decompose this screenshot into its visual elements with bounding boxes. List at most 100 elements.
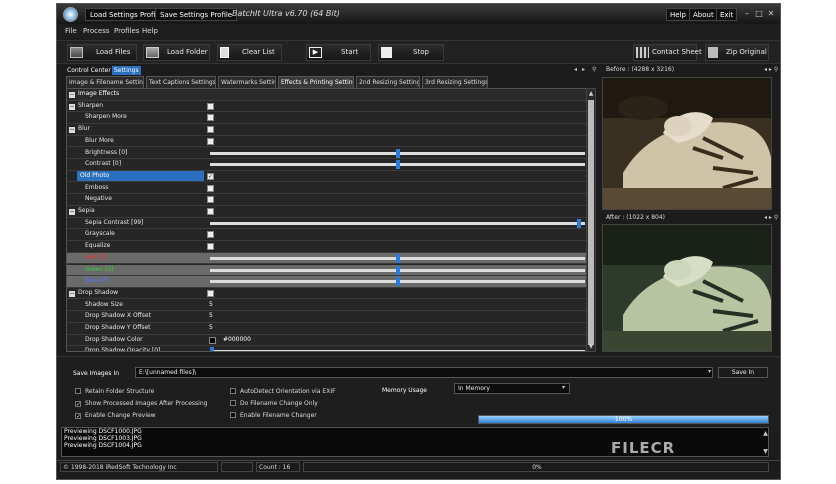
value-slider[interactable] xyxy=(210,218,585,228)
minimize-icon[interactable]: – xyxy=(742,9,752,19)
path-dropdown-icon[interactable]: ▾ xyxy=(708,368,711,375)
folder-icon xyxy=(146,47,159,58)
value-slider[interactable] xyxy=(210,277,585,287)
close-icon[interactable]: ✕ xyxy=(766,9,776,19)
scroll-up-icon[interactable]: ▲ xyxy=(587,89,595,98)
checkbox[interactable] xyxy=(207,243,214,251)
slider-handle[interactable] xyxy=(395,160,400,170)
grid-row: Red [0] xyxy=(67,252,593,265)
checkmark-icon[interactable]: ✓ xyxy=(75,401,81,408)
checkbox[interactable] xyxy=(207,208,214,215)
file-count: Count : 16 xyxy=(256,462,300,472)
zip-original-button[interactable]: Zip Original xyxy=(705,44,769,61)
slider-handle[interactable] xyxy=(395,277,400,287)
slider-handle[interactable] xyxy=(395,253,400,263)
checkbox[interactable] xyxy=(207,196,214,204)
row-label: Emboss xyxy=(85,183,109,191)
tab-1[interactable]: Text Captions Settings xyxy=(146,76,216,88)
clear-list-button[interactable]: Clear List xyxy=(217,44,282,61)
exit-button[interactable]: Exit xyxy=(716,8,738,21)
chevron-down-icon[interactable]: ▾ xyxy=(562,384,565,391)
help-button[interactable]: Help xyxy=(666,8,690,21)
tab-0[interactable]: Image & Filename Settings xyxy=(66,76,144,88)
stop-button[interactable]: Stop xyxy=(378,44,444,61)
checkbox[interactable] xyxy=(207,137,214,145)
value-slider[interactable] xyxy=(210,347,585,351)
tab-4[interactable]: 2nd Resizing Settings xyxy=(356,76,420,88)
value-slider[interactable] xyxy=(210,160,585,170)
value-slider[interactable] xyxy=(210,265,585,275)
row-label: Grayscale xyxy=(85,230,115,238)
zip-icon xyxy=(708,47,718,58)
checkbox[interactable] xyxy=(207,114,214,122)
checkbox-box[interactable] xyxy=(230,400,236,406)
collapse-icon[interactable]: − xyxy=(69,92,75,98)
menu-help[interactable]: Help xyxy=(142,27,158,35)
slider-handle[interactable] xyxy=(395,148,400,158)
menu-process[interactable]: Process xyxy=(83,27,110,35)
collapse-icon[interactable]: − xyxy=(69,209,75,215)
checkbox-box[interactable] xyxy=(230,412,236,418)
tab-3[interactable]: Effects & Printing Settings xyxy=(278,76,354,88)
save-path-input[interactable]: E:\[unnamed files]\ xyxy=(135,367,713,378)
slider-handle[interactable] xyxy=(395,265,400,275)
scroll-left-icon[interactable]: ◂ xyxy=(574,66,577,73)
menu-profiles[interactable]: Profiles xyxy=(114,27,139,35)
tab-2[interactable]: Watermarks Settings xyxy=(218,76,276,88)
log-scroll-down-icon[interactable]: ▼ xyxy=(762,447,769,456)
checkbox[interactable] xyxy=(207,126,214,134)
checkbox[interactable] xyxy=(207,184,214,192)
checkbox-box[interactable] xyxy=(75,388,81,394)
save-settings-profile-button[interactable]: Save Settings Profile xyxy=(155,8,238,21)
color-value[interactable]: #000000 xyxy=(223,336,251,343)
menu-file[interactable]: File xyxy=(65,27,77,35)
enable-preview-checkbox[interactable]: ✓ Enable Change Preview xyxy=(75,412,156,420)
load-files-icon xyxy=(70,47,83,58)
scroll-down-icon[interactable]: ▼ xyxy=(587,342,595,351)
memory-usage-select[interactable]: In Memory xyxy=(454,383,570,394)
checkbox[interactable] xyxy=(207,102,214,110)
row-label: Sepia Contrast [99] xyxy=(85,218,144,226)
about-button[interactable]: About xyxy=(689,8,718,21)
scrollbar-thumb[interactable] xyxy=(588,100,594,345)
contact-sheet-button[interactable]: Contact Sheet xyxy=(633,44,702,61)
collapse-icon[interactable]: − xyxy=(69,127,75,134)
numeric-value[interactable]: 5 xyxy=(209,312,213,319)
start-button[interactable]: ▶ Start xyxy=(306,44,371,61)
retain-folder-checkbox[interactable]: Retain Folder Structure xyxy=(75,388,154,395)
maximize-icon[interactable]: □ xyxy=(754,9,764,19)
save-in-button[interactable]: Save In xyxy=(718,367,768,378)
log-scroll-up-icon[interactable]: ▲ xyxy=(762,429,769,438)
checkbox-box[interactable] xyxy=(230,388,236,394)
grid-scrollbar[interactable]: ▲ ▼ xyxy=(586,88,596,352)
scroll-right-icon[interactable]: ▸ xyxy=(582,66,585,73)
checkbox[interactable] xyxy=(207,289,214,297)
pin-icon[interactable]: ⚲ xyxy=(592,66,596,73)
tab-5[interactable]: 3rd Resizing Settings xyxy=(422,76,488,88)
numeric-value[interactable]: 5 xyxy=(209,324,213,331)
enable-filename-checkbox[interactable]: Enable Filename Changer xyxy=(230,412,317,419)
after-image xyxy=(602,224,772,352)
value-slider[interactable] xyxy=(210,253,585,263)
checkmark-icon[interactable]: ✓ xyxy=(75,413,81,420)
after-pin-icon[interactable]: ◂ ▸ ⚲ xyxy=(764,214,778,224)
row-label: Sepia xyxy=(78,207,95,214)
filename-only-checkbox[interactable]: Do Filename Change Only xyxy=(230,400,318,407)
autodetect-checkbox[interactable]: AutoDetect Orientation via EXIF xyxy=(230,388,336,395)
load-files-button[interactable]: Load Files xyxy=(67,44,137,61)
show-processed-checkbox[interactable]: ✓ Show Processed Images After Processing xyxy=(75,400,207,408)
row-label: Red [0] xyxy=(85,253,107,261)
checkmark-icon[interactable]: ✓ xyxy=(207,172,214,180)
settings-tab[interactable]: Settings xyxy=(112,66,141,75)
collapse-icon[interactable]: − xyxy=(69,103,75,110)
numeric-value[interactable]: 5 xyxy=(209,301,213,308)
value-slider[interactable] xyxy=(210,148,585,158)
status-bar: © 1998-2018 iRedSoft Technology Inc Coun… xyxy=(57,460,780,472)
load-folder-button[interactable]: Load Folder xyxy=(143,44,210,61)
before-pin-icon[interactable]: ◂ ▸ ⚲ xyxy=(764,66,778,76)
color-swatch[interactable] xyxy=(209,336,216,344)
collapse-icon[interactable]: − xyxy=(69,290,75,297)
slider-handle[interactable] xyxy=(577,218,582,228)
slider-handle[interactable] xyxy=(210,347,214,351)
checkbox[interactable] xyxy=(207,231,214,239)
